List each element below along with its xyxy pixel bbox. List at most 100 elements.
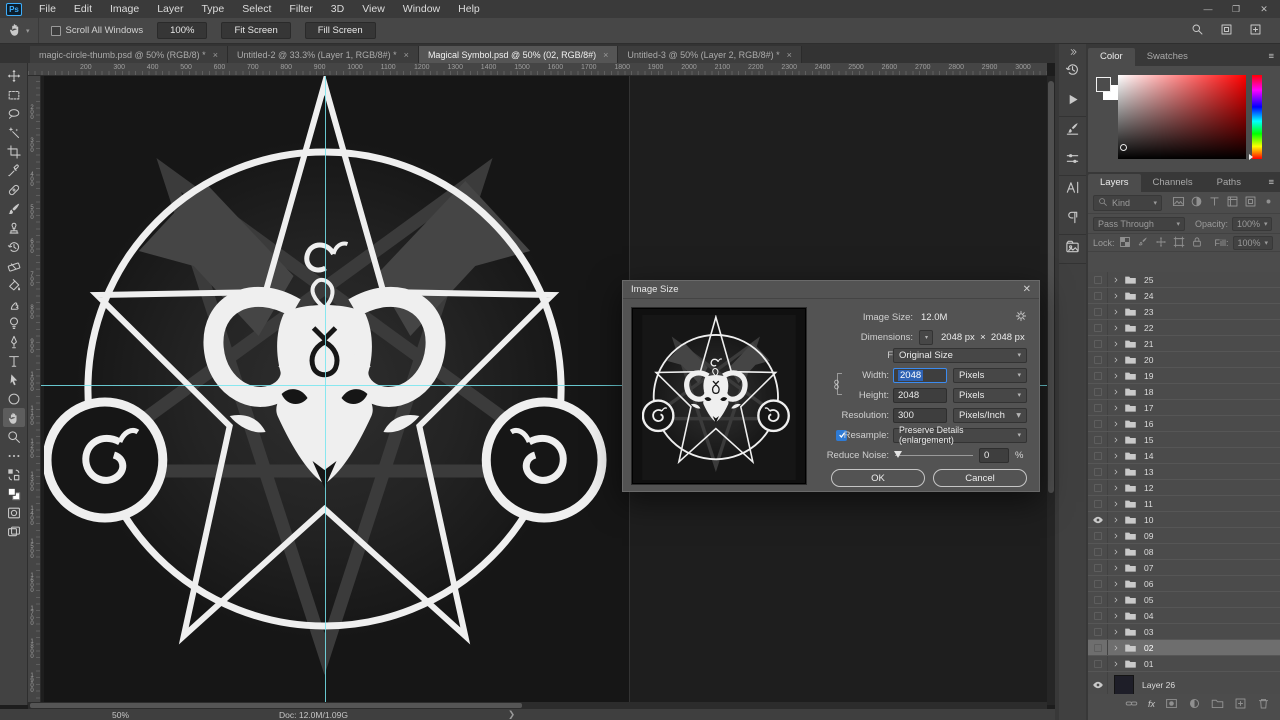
document-tab-1[interactable]: magic-circle-thumb.psd @ 50% (RGB/8) *×	[30, 46, 228, 63]
tab-close-icon[interactable]: ×	[213, 50, 218, 60]
brush-tool[interactable]	[3, 199, 25, 218]
screen-mode[interactable]	[3, 522, 25, 541]
restore-icon[interactable]: ❐	[1224, 2, 1248, 16]
fg-bg-colors[interactable]	[3, 484, 25, 503]
gear-icon[interactable]	[1015, 310, 1027, 325]
menu-item-type[interactable]: Type	[192, 3, 233, 15]
scroll-all-windows-option[interactable]: Scroll All Windows	[51, 25, 144, 36]
expand-chevron-icon[interactable]	[1112, 660, 1122, 668]
visibility-toggle[interactable]	[1088, 640, 1108, 655]
visibility-toggle[interactable]	[1088, 288, 1108, 303]
shape-tool[interactable]	[3, 389, 25, 408]
foreground-color-swatch[interactable]	[1096, 77, 1111, 92]
search-icon[interactable]	[1191, 23, 1204, 39]
fill-select[interactable]: 100% ▾	[1233, 236, 1273, 250]
visibility-toggle[interactable]	[1088, 672, 1108, 694]
panel-menu-icon[interactable]: ≡	[1268, 177, 1274, 188]
dimensions-unit-select[interactable]: ▾	[919, 330, 933, 345]
status-zoom-level[interactable]: 50%	[112, 710, 129, 720]
expand-chevron-icon[interactable]	[1112, 500, 1122, 508]
expand-chevron-icon[interactable]	[1112, 596, 1122, 604]
lchecker-icon[interactable]	[1119, 236, 1131, 250]
hand-tool[interactable]	[3, 408, 25, 427]
visibility-toggle[interactable]	[1088, 352, 1108, 367]
swap-colors[interactable]	[3, 465, 25, 484]
scroll-all-windows-checkbox[interactable]	[51, 26, 61, 36]
adj-layers-icon[interactable]	[1188, 697, 1201, 712]
layer-thumbnail[interactable]	[1114, 675, 1134, 695]
move-tool[interactable]	[3, 66, 25, 85]
panel-menu-icon[interactable]: ≡	[1268, 51, 1274, 62]
smudge-tool[interactable]	[3, 294, 25, 313]
close-icon[interactable]: ✕	[1252, 2, 1276, 16]
vertical-scrollbar[interactable]	[1047, 76, 1055, 705]
collapse-panels-icon[interactable]	[1068, 46, 1078, 58]
menu-item-file[interactable]: File	[30, 3, 65, 15]
lasso-tool[interactable]	[3, 104, 25, 123]
tab-layers[interactable]: Layers	[1088, 174, 1141, 192]
character-panel-icon[interactable]	[1065, 180, 1080, 200]
layer-filter-kind-select[interactable]: Kind ▾	[1093, 195, 1162, 211]
new-layers-icon[interactable]	[1234, 697, 1247, 712]
visibility-toggle[interactable]	[1088, 464, 1108, 479]
expand-chevron-icon[interactable]	[1112, 436, 1122, 444]
marquee-tool[interactable]	[3, 85, 25, 104]
visibility-toggle[interactable]	[1088, 368, 1108, 383]
layer-row[interactable]: 03	[1088, 624, 1280, 640]
visibility-toggle[interactable]	[1088, 576, 1108, 591]
visibility-toggle[interactable]	[1088, 656, 1108, 671]
layer-row[interactable]: 11	[1088, 496, 1280, 512]
layer-row[interactable]: 02	[1088, 640, 1280, 656]
libraries-panel-icon[interactable]	[1065, 239, 1080, 259]
menu-item-layer[interactable]: Layer	[148, 3, 192, 15]
layer-row[interactable]: 15	[1088, 432, 1280, 448]
layer-row[interactable]: 09	[1088, 528, 1280, 544]
history-panel-icon[interactable]	[1065, 62, 1080, 82]
dialog-close-icon[interactable]: ✕	[1023, 284, 1031, 295]
fit-to-select[interactable]: Original Size▾	[893, 348, 1027, 363]
resample-select[interactable]: Preserve Details (enlargement)▾	[893, 428, 1027, 443]
fadj-filter-icon[interactable]	[1190, 195, 1203, 210]
visibility-toggle[interactable]	[1088, 480, 1108, 495]
expand-chevron-icon[interactable]	[1112, 628, 1122, 636]
layer-row[interactable]: 13	[1088, 464, 1280, 480]
expand-chevron-icon[interactable]	[1112, 564, 1122, 572]
vertical-scrollbar-thumb[interactable]	[1048, 81, 1054, 493]
expand-chevron-icon[interactable]	[1112, 388, 1122, 396]
tab-close-icon[interactable]: ×	[603, 50, 608, 60]
fill-screen-button[interactable]: Fill Screen	[305, 22, 376, 39]
tab-close-icon[interactable]: ×	[404, 50, 409, 60]
reduce-noise-input[interactable]: 0	[979, 448, 1009, 463]
expand-chevron-icon[interactable]	[1112, 612, 1122, 620]
folder-layers-icon[interactable]	[1211, 697, 1224, 712]
expand-chevron-icon[interactable]	[1112, 276, 1122, 284]
menu-item-help[interactable]: Help	[449, 3, 489, 15]
layer-row[interactable]: Layer 26	[1088, 672, 1280, 694]
visibility-toggle[interactable]	[1088, 384, 1108, 399]
share-icon[interactable]	[1249, 23, 1262, 39]
ok-button[interactable]: OK	[831, 469, 925, 487]
path-select-tool[interactable]	[3, 370, 25, 389]
expand-chevron-icon[interactable]	[1112, 324, 1122, 332]
visibility-toggle[interactable]	[1088, 560, 1108, 575]
visibility-toggle[interactable]	[1088, 336, 1108, 351]
resolution-input[interactable]: 300	[893, 408, 947, 423]
layer-row[interactable]: 17	[1088, 400, 1280, 416]
dialog-preview[interactable]	[631, 307, 807, 485]
expand-chevron-icon[interactable]	[1112, 420, 1122, 428]
menu-item-select[interactable]: Select	[233, 3, 280, 15]
tab-paths[interactable]: Paths	[1205, 174, 1253, 192]
layer-row[interactable]: 20	[1088, 352, 1280, 368]
reduce-noise-slider[interactable]	[895, 455, 973, 456]
tab-channels[interactable]: Channels	[1141, 174, 1205, 192]
expand-chevron-icon[interactable]	[1112, 452, 1122, 460]
workspace-icon[interactable]	[1220, 23, 1233, 39]
visibility-toggle[interactable]	[1088, 448, 1108, 463]
height-input[interactable]: 2048	[893, 388, 947, 403]
llock-icon[interactable]	[1191, 236, 1203, 250]
current-tool-preset[interactable]: ▾	[0, 18, 39, 43]
layer-row[interactable]: 18	[1088, 384, 1280, 400]
visibility-toggle[interactable]	[1088, 400, 1108, 415]
eyedropper-tool[interactable]	[3, 161, 25, 180]
zoom-100-button[interactable]: 100%	[157, 22, 207, 39]
